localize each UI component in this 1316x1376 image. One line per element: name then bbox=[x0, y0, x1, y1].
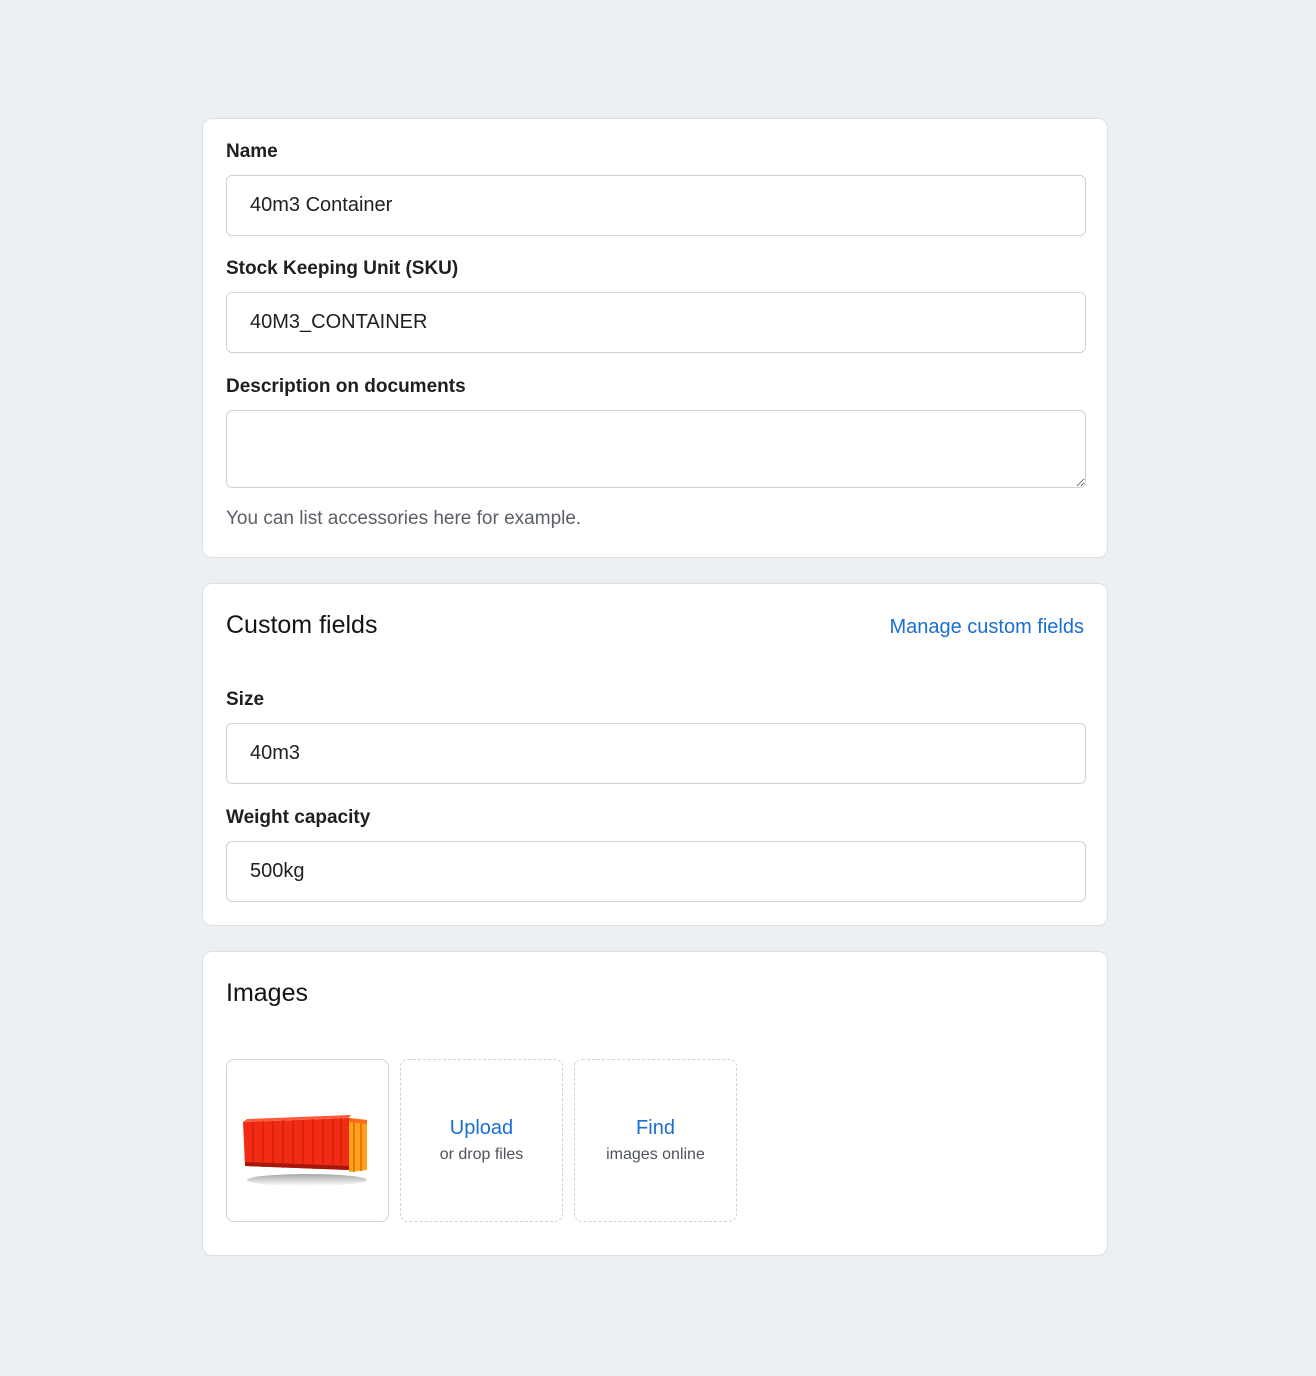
find-label: Find bbox=[636, 1117, 675, 1139]
name-input[interactable] bbox=[226, 175, 1086, 236]
container-image-icon bbox=[243, 1115, 367, 1186]
upload-label: Upload bbox=[449, 1117, 514, 1139]
images-title: Images bbox=[226, 979, 308, 1007]
name-label: Name bbox=[226, 141, 278, 162]
upload-tile[interactable]: Upload or drop files bbox=[400, 1059, 563, 1222]
image-thumbnail[interactable] bbox=[226, 1059, 389, 1222]
sku-label: Stock Keeping Unit (SKU) bbox=[226, 258, 459, 279]
find-images-tile[interactable]: Find images online bbox=[574, 1059, 737, 1222]
description-label: Description on documents bbox=[226, 376, 466, 397]
description-help-text: You can list accessories here for exampl… bbox=[226, 508, 582, 529]
images-card: Images Upload or drop files Find images … bbox=[202, 951, 1108, 1256]
custom-fields-card: Custom fields Manage custom fields Size … bbox=[202, 583, 1108, 926]
sku-input[interactable] bbox=[226, 292, 1086, 353]
general-card: Name Stock Keeping Unit (SKU) Descriptio… bbox=[202, 118, 1108, 558]
find-sublabel: images online bbox=[606, 1146, 705, 1163]
description-textarea[interactable] bbox=[226, 410, 1086, 488]
custom-fields-title: Custom fields bbox=[226, 611, 378, 639]
size-input[interactable] bbox=[226, 723, 1086, 784]
upload-sublabel: or drop files bbox=[439, 1146, 524, 1163]
weight-capacity-label: Weight capacity bbox=[226, 807, 371, 828]
weight-capacity-input[interactable] bbox=[226, 841, 1086, 902]
manage-custom-fields-link[interactable]: Manage custom fields bbox=[889, 615, 1084, 639]
size-label: Size bbox=[226, 689, 265, 710]
